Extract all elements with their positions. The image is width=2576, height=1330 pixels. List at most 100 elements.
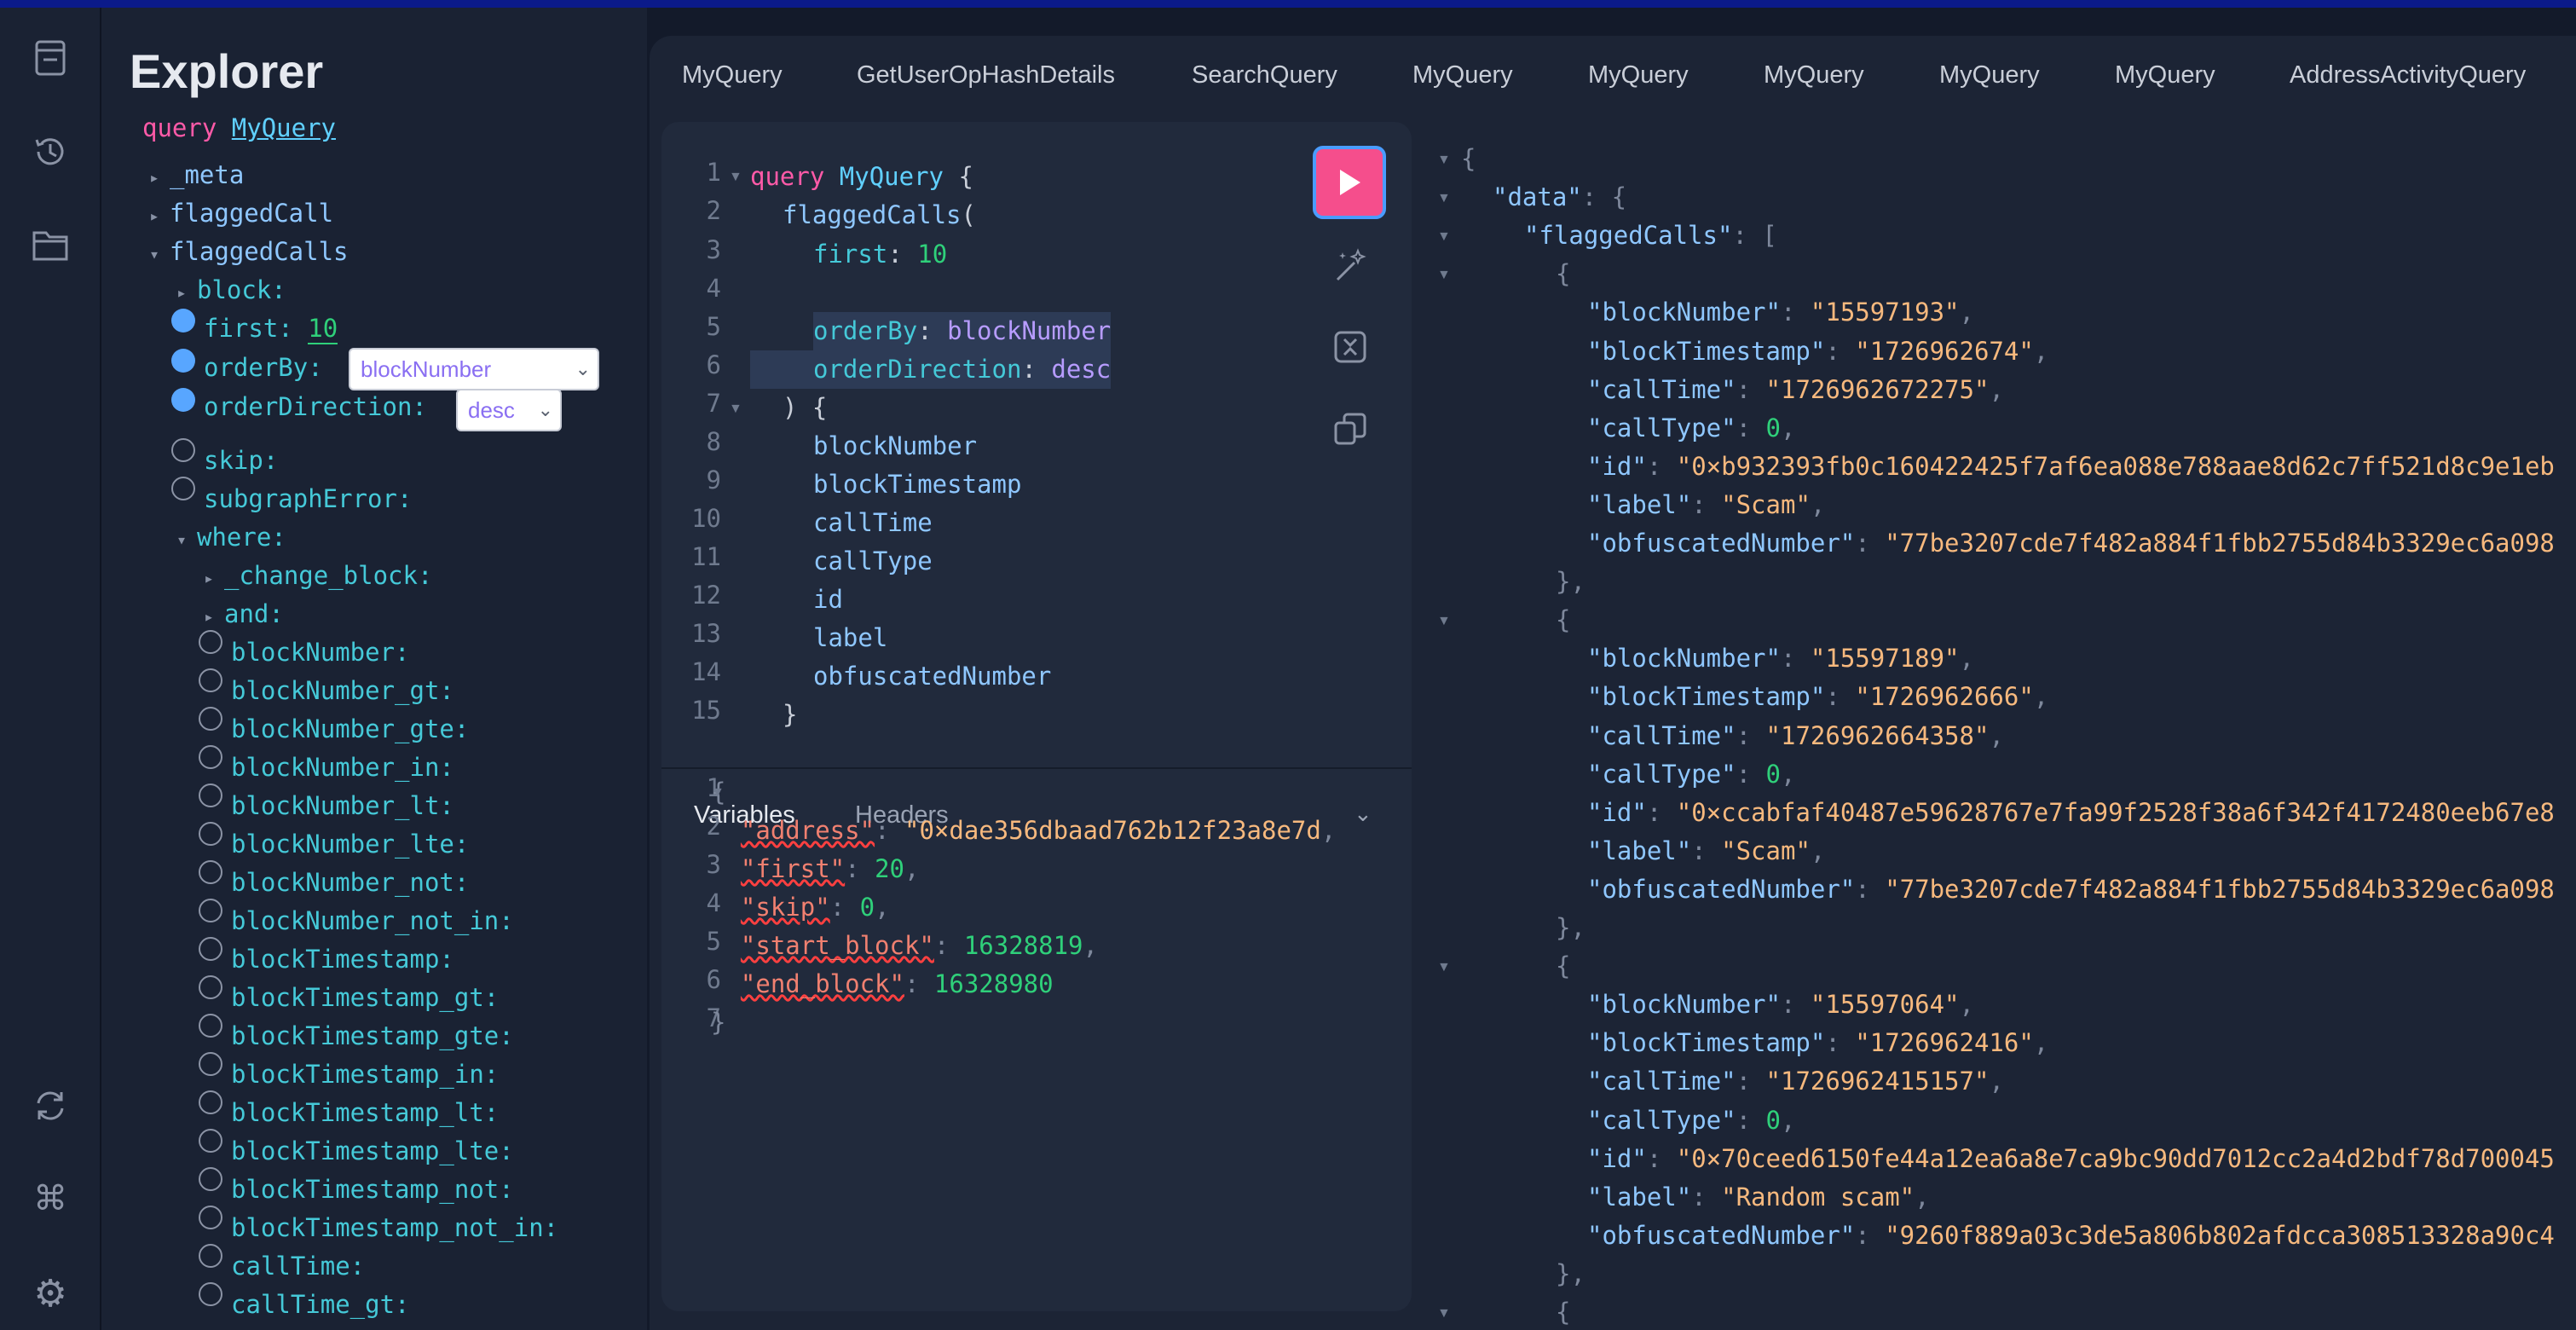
explorer-arg-orderDirection: orderDirection:: [204, 392, 427, 421]
token: "callType": [1587, 1105, 1736, 1135]
checkbox-blockNumber[interactable]: [199, 630, 222, 654]
checkbox-callTime[interactable]: [199, 1244, 222, 1268]
explorer-field-flaggedCalls[interactable]: ▾ flaggedCalls: [149, 233, 349, 270]
explorer-where-blockTimestamp_gt: blockTimestamp_gt:: [231, 979, 499, 1016]
tab-addressactivityquery[interactable]: AddressActivityQuery: [2290, 61, 2526, 90]
history-icon[interactable]: [31, 132, 70, 171]
fold-caret-icon[interactable]: ▼: [1437, 960, 1451, 975]
checkbox-blockNumber_lte[interactable]: [199, 822, 222, 846]
result-line: "callType": 0,: [1587, 409, 1795, 448]
token: "Scam": [1721, 836, 1811, 865]
explorer-folder-icon[interactable]: [31, 225, 70, 264]
explorer-arg-block[interactable]: ▸ block:: [176, 271, 286, 309]
checkbox-blockTimestamp_in[interactable]: [199, 1052, 222, 1076]
query-editor[interactable]: 1 2 3 4 5 6 7 8 9 10 11 12 13 14 15 ▼ ▼ …: [661, 122, 1412, 1311]
variables-line: "start_block": 16328819,: [711, 927, 1098, 965]
checkbox-subgraphError[interactable]: [171, 477, 195, 500]
checkbox-blockTimestamp_not_in[interactable]: [199, 1206, 222, 1229]
copy-icon[interactable]: [1332, 411, 1368, 447]
checkbox-blockTimestamp[interactable]: [199, 937, 222, 961]
explorer-arg-change-block[interactable]: ▸ _change_block:: [204, 557, 432, 594]
checkbox-first[interactable]: [171, 309, 195, 332]
explorer-where-callTime_gt: callTime_gt:: [231, 1286, 410, 1323]
fold-caret-icon[interactable]: ▼: [1437, 1306, 1451, 1321]
fold-caret-icon[interactable]: ▼: [729, 170, 742, 185]
tab-getuserophashdetails[interactable]: GetUserOpHashDetails: [857, 61, 1115, 90]
where-field-label: blockNumber_lt:: [231, 791, 454, 820]
tab-myquery-6[interactable]: MyQuery: [2115, 61, 2215, 90]
token: :: [1646, 451, 1677, 481]
token: "address": [740, 816, 875, 845]
settings-gear-icon[interactable]: ⚙: [31, 1272, 70, 1316]
token: "id": [1587, 797, 1647, 827]
fold-caret-icon[interactable]: ▼: [729, 402, 742, 417]
prettify-icon[interactable]: [1332, 247, 1368, 283]
tab-myquery-3[interactable]: MyQuery: [1588, 61, 1689, 90]
token: "blockTimestamp": [1587, 682, 1826, 712]
first-value-input[interactable]: 10: [308, 314, 338, 344]
where-field-label: blockNumber_gt:: [231, 676, 454, 705]
query-name-input[interactable]: MyQuery: [232, 113, 336, 142]
explorer-field-meta[interactable]: ▸ _meta: [149, 156, 244, 194]
token: 16328819: [963, 931, 1083, 960]
chevron-down-icon: ⌄: [575, 358, 591, 379]
merge-fragments-icon[interactable]: [1332, 329, 1368, 365]
token: 20: [875, 854, 904, 883]
tab-myquery-4[interactable]: MyQuery: [1764, 61, 1864, 90]
token: ,: [2033, 682, 2049, 712]
run-query-button[interactable]: [1313, 146, 1386, 219]
checkbox-blockNumber_lt[interactable]: [199, 784, 222, 807]
fold-caret-icon[interactable]: ▼: [1437, 153, 1451, 168]
results-panel[interactable]: ▼ {▼ "data": {▼ "flaggedCalls": [▼ {"blockNu…: [1432, 122, 2576, 1330]
refresh-icon[interactable]: [31, 1086, 70, 1125]
checkbox-callTime_gt[interactable]: [199, 1282, 222, 1306]
fold-caret-icon[interactable]: ▼: [711, 785, 725, 801]
tab-searchquery[interactable]: SearchQuery: [1192, 61, 1337, 90]
checkbox-blockTimestamp_lte[interactable]: [199, 1129, 222, 1153]
fold-caret-icon[interactable]: ▼: [1437, 229, 1451, 245]
checkbox-blockNumber_not[interactable]: [199, 860, 222, 884]
checkbox-skip[interactable]: [171, 438, 195, 462]
token: :: [845, 854, 875, 883]
token: "0×dae356dbaad762b12f23a8e7d: [904, 816, 1321, 845]
checkbox-blockTimestamp_not[interactable]: [199, 1167, 222, 1191]
checkbox-orderBy[interactable]: [171, 349, 195, 373]
checkbox-blockTimestamp_gte[interactable]: [199, 1014, 222, 1038]
token: "skip": [740, 893, 830, 922]
chevron-down-icon[interactable]: ⌄: [1354, 801, 1372, 827]
token: "obfuscatedNumber": [1587, 1220, 1856, 1250]
checkbox-blockNumber_in[interactable]: [199, 745, 222, 769]
play-icon: [1340, 170, 1360, 195]
fold-caret-icon[interactable]: ▼: [1437, 191, 1451, 206]
explorer-field-flaggedCall[interactable]: ▸ flaggedCall: [149, 194, 333, 232]
token: ,: [1959, 644, 1974, 674]
result-line: "callType": 0,: [1587, 755, 1795, 794]
orderBy-select[interactable]: blockNumber ⌄: [349, 348, 599, 390]
tab-myquery-5[interactable]: MyQuery: [1939, 61, 2040, 90]
token: ,: [1915, 1182, 1930, 1211]
token: "1726962415157": [1765, 1067, 1990, 1096]
token: ,: [1083, 931, 1098, 960]
token: 0: [1765, 1105, 1781, 1135]
fold-caret-icon[interactable]: ▼: [1437, 614, 1451, 629]
orderDirection-select[interactable]: desc ⌄: [456, 389, 562, 431]
explorer-arg-where[interactable]: ▾ where:: [176, 518, 286, 556]
editor-divider: [661, 767, 1412, 769]
checkbox-blockNumber_not_in[interactable]: [199, 899, 222, 922]
checkbox-orderDirection[interactable]: [171, 388, 195, 412]
fold-caret-icon[interactable]: ▼: [1437, 268, 1451, 283]
explorer-arg-and[interactable]: ▸ and:: [204, 595, 284, 633]
token: ,: [904, 854, 920, 883]
result-line: "callTime": "1726962664358",: [1587, 717, 2004, 755]
tab-myquery-2[interactable]: MyQuery: [1412, 61, 1513, 90]
shortcuts-icon[interactable]: ⌘: [31, 1179, 70, 1218]
tab-myquery-1[interactable]: MyQuery: [682, 61, 783, 90]
checkbox-blockNumber_gt[interactable]: [199, 668, 222, 692]
explorer-where-blockNumber_lt: blockNumber_lt:: [231, 787, 454, 824]
docs-icon[interactable]: [31, 38, 70, 78]
checkbox-blockNumber_gte[interactable]: [199, 707, 222, 731]
checkbox-blockTimestamp_gt[interactable]: [199, 975, 222, 999]
checkbox-blockTimestamp_lt[interactable]: [199, 1090, 222, 1114]
token: "obfuscatedNumber": [1587, 874, 1856, 904]
